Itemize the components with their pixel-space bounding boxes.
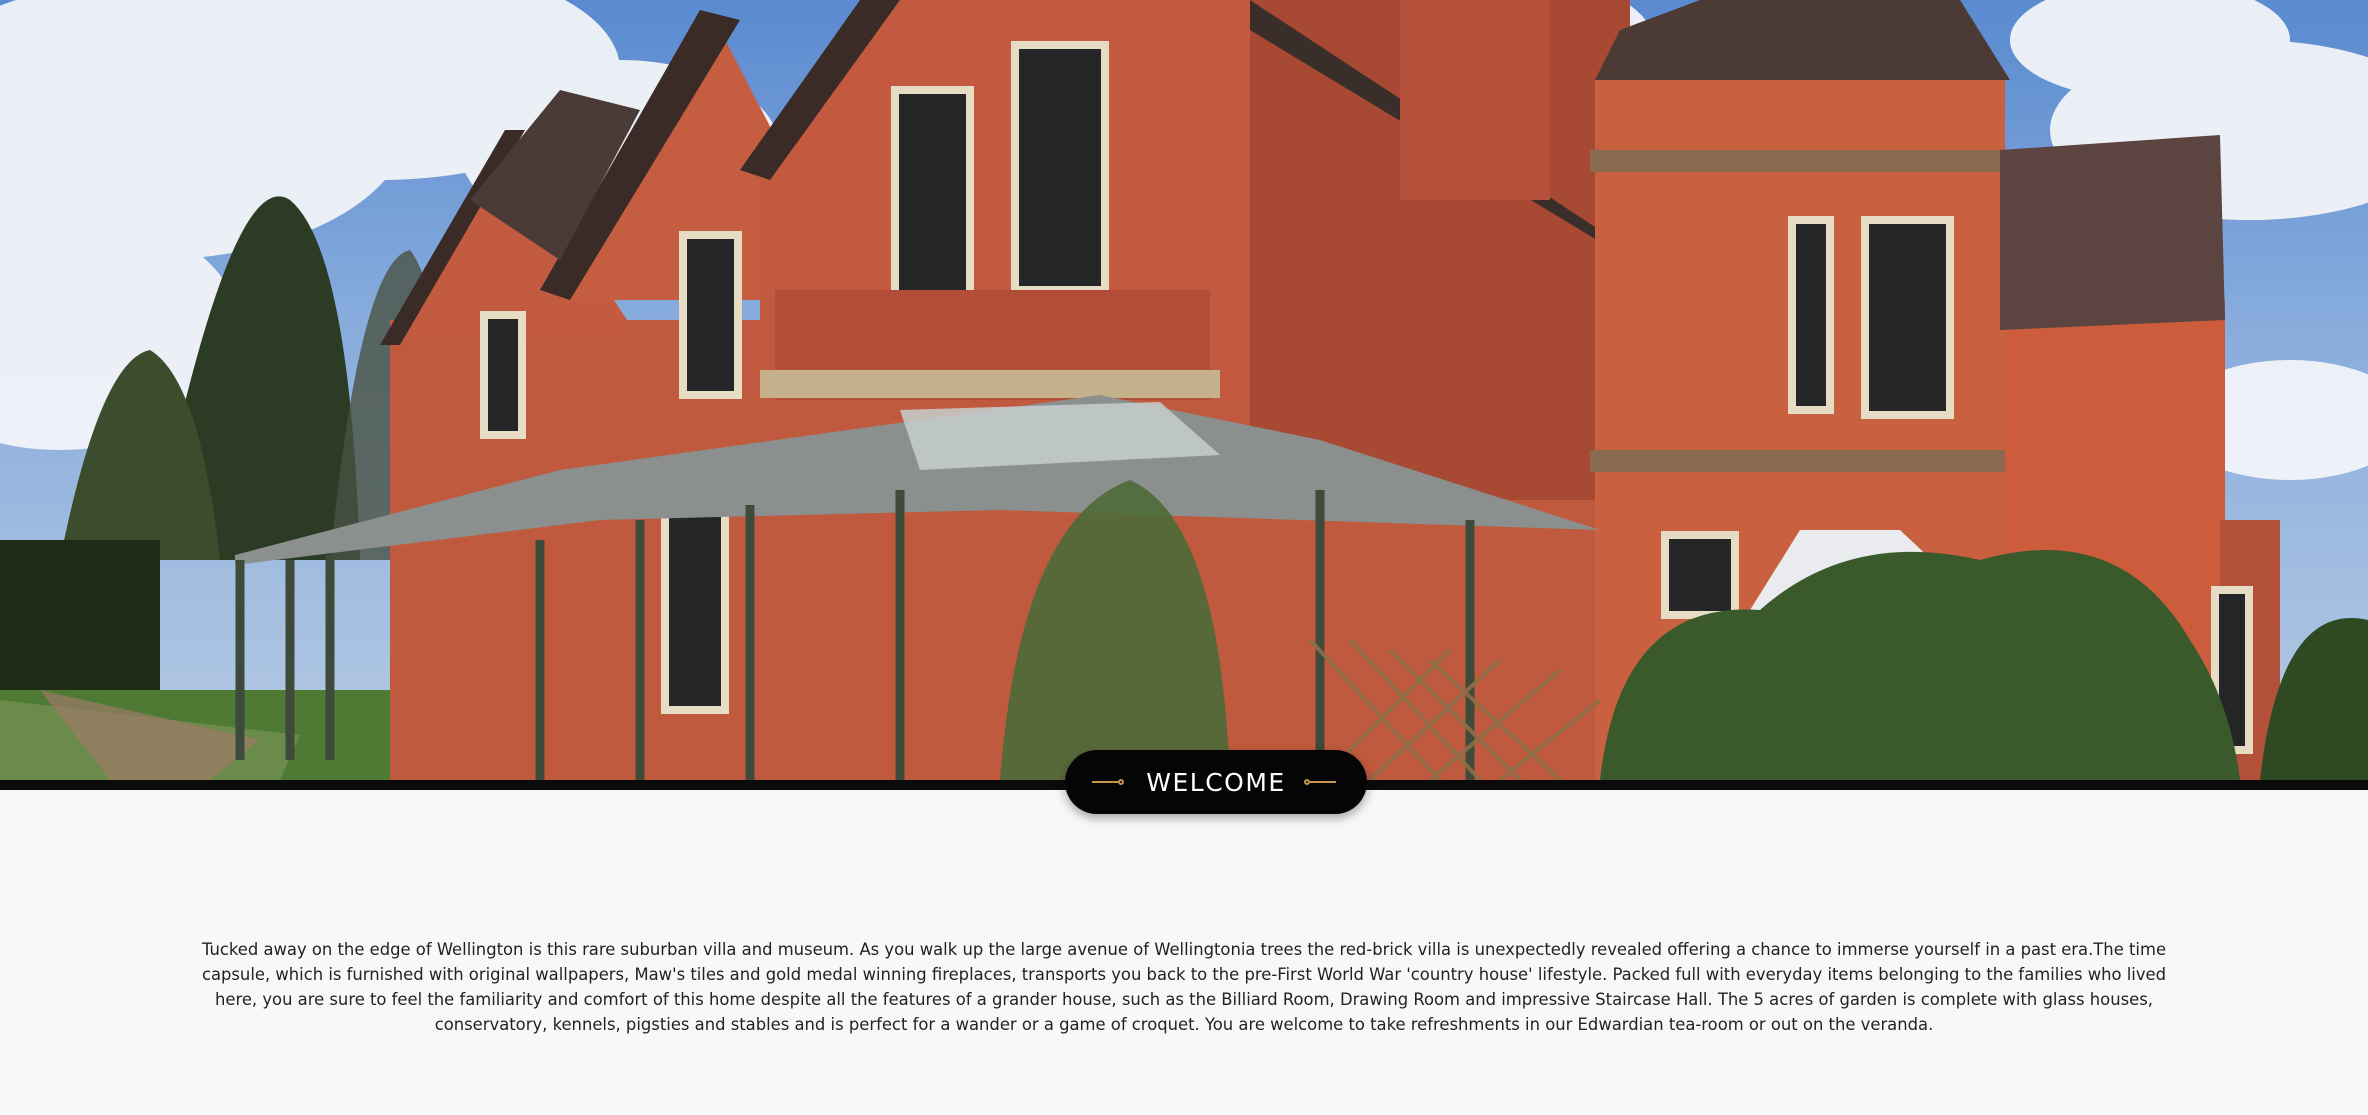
house-illustration bbox=[0, 0, 2368, 780]
hero-image bbox=[0, 0, 2368, 780]
welcome-heading: WELCOME bbox=[1146, 767, 1286, 797]
ornament-right-icon bbox=[1303, 779, 1340, 785]
intro-paragraph: Tucked away on the edge of Wellington is… bbox=[201, 940, 2167, 1034]
ornament-left-icon bbox=[1092, 779, 1128, 785]
welcome-badge: WELCOME bbox=[1065, 750, 1367, 814]
house bbox=[235, 0, 2368, 780]
